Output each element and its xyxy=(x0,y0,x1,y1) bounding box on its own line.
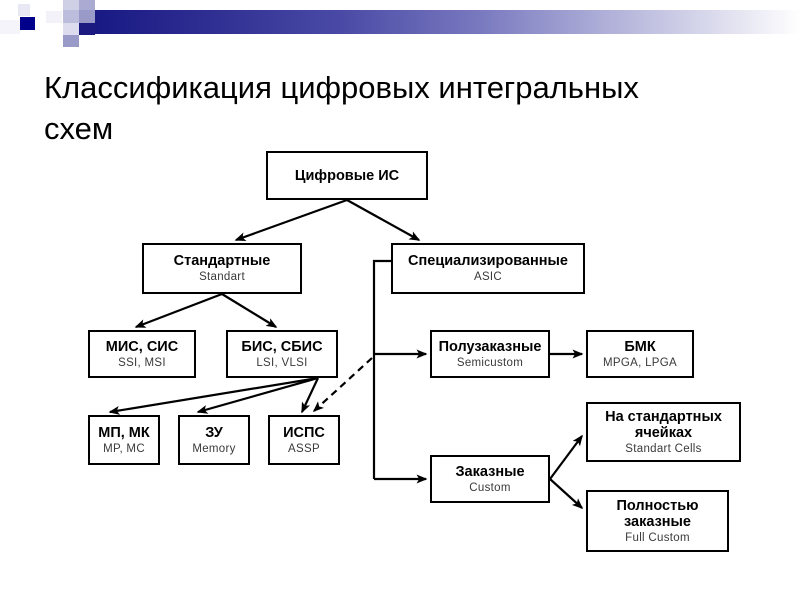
decor-square xyxy=(79,23,95,35)
diagram-node-lsi_vlsi: БИС, СБИС LSI, VLSI xyxy=(226,330,338,378)
decor-square xyxy=(79,10,95,23)
diagram-edge xyxy=(301,377,319,414)
diagram-node-custom: Заказные Custom xyxy=(430,455,550,503)
node-label: Цифровые ИС xyxy=(294,167,400,184)
node-sublabel: Custom xyxy=(469,481,511,494)
node-label: Стандартные xyxy=(173,253,271,269)
diagram-node-mp_mc: МП, МК MP, MC xyxy=(88,415,160,465)
node-label: МИС, СИС xyxy=(105,338,179,355)
header-decoration xyxy=(0,0,800,47)
decor-square xyxy=(79,0,95,10)
node-sublabel: ASIC xyxy=(473,271,503,283)
diagram-edge xyxy=(346,199,421,241)
diagram-edge xyxy=(221,293,278,328)
diagram-node-ssi_msi: МИС, СИС SSI, MSI xyxy=(88,330,196,378)
node-sublabel: Semicustom xyxy=(456,356,524,369)
diagram-edge xyxy=(234,198,348,242)
node-label: ИСПС xyxy=(283,424,325,441)
diagram-node-semicustom: Полузаказные Semicustom xyxy=(430,330,550,378)
node-sublabel: Memory xyxy=(192,442,236,455)
node-sublabel: Full Custom xyxy=(625,531,690,544)
node-label: ЗУ xyxy=(205,424,223,441)
decor-square xyxy=(18,4,30,16)
decor-square xyxy=(46,11,62,23)
decor-square xyxy=(20,17,35,30)
decor-square xyxy=(63,35,79,47)
node-sublabel: ASSP xyxy=(288,442,320,455)
decor-square xyxy=(46,35,62,47)
node-sublabel: Standart xyxy=(199,271,245,283)
classification-diagram: Цифровые ИС Стандартные Standart Специализи… xyxy=(0,130,800,590)
decor-square xyxy=(63,10,79,23)
decor-square xyxy=(63,0,79,10)
diagram-edge xyxy=(372,259,391,479)
node-sublabel: MP, MC xyxy=(103,442,145,455)
node-label: БМК xyxy=(624,338,656,355)
diagram-edge xyxy=(549,478,584,510)
decor-square xyxy=(46,23,62,35)
diagram-node-assp: ИСПС ASSP xyxy=(268,415,340,465)
diagram-node-standart_cells: На стандартных ячейках Standart Cells xyxy=(586,402,741,462)
node-label: Полузаказные xyxy=(438,338,542,355)
node-sublabel: SSI, MSI xyxy=(118,356,166,369)
diagram-node-standard: Стандартные Standart xyxy=(142,243,302,294)
header-gradient-bar xyxy=(95,10,800,34)
node-label: Специализированные xyxy=(408,253,568,269)
node-label: Заказные xyxy=(455,463,525,480)
diagram-edge xyxy=(134,292,223,329)
node-label: БИС, СБИС xyxy=(241,338,323,355)
diagram-node-memory: ЗУ Memory xyxy=(178,415,250,465)
diagram-edge xyxy=(549,434,583,480)
decor-square xyxy=(0,20,20,34)
diagram-node-digital_ic: Цифровые ИС xyxy=(266,151,428,200)
node-label: МП, МК xyxy=(98,424,150,441)
decor-square xyxy=(30,4,42,16)
node-label: На стандартных ячейках xyxy=(605,408,722,441)
node-sublabel: MPGA, LPGA xyxy=(603,356,677,369)
node-label: Полностью заказные xyxy=(616,497,699,530)
diagram-node-mpga_lpga: БМК MPGA, LPGA xyxy=(586,330,694,378)
diagram-node-full_custom: Полностью заказные Full Custom xyxy=(586,490,729,552)
node-sublabel: Standart Cells xyxy=(625,442,702,455)
node-sublabel: LSI, VLSI xyxy=(256,356,308,369)
decor-square xyxy=(63,23,79,35)
diagram-node-asic: Специализированные ASIC xyxy=(391,243,585,294)
